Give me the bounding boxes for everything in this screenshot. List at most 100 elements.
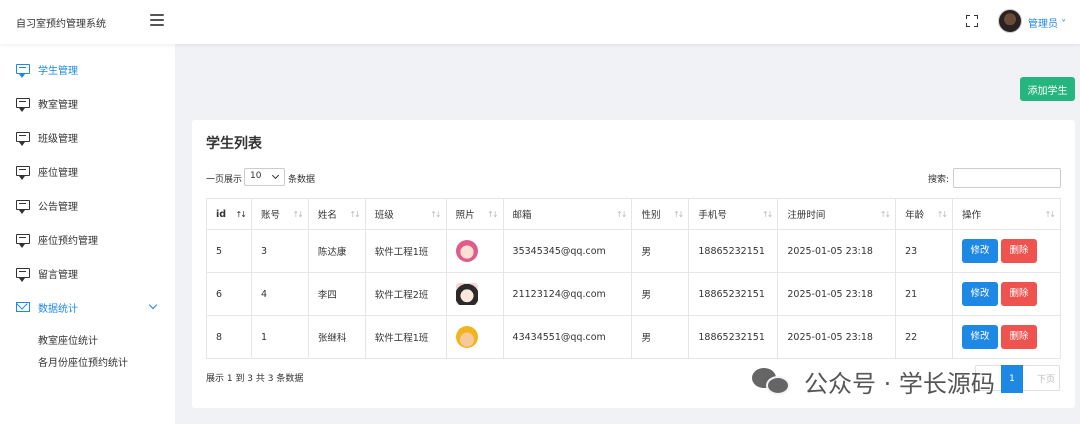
table-row: 5 3 陈达康 软件工程1班 35345345@qq.com 男 1886523… [206, 229, 1061, 273]
edit-button[interactable]: 修改 [962, 282, 999, 306]
top-header: 自习室预约管理系统 管理员 ˅ [0, 0, 1080, 44]
message-icon [16, 234, 30, 248]
sidebar-item-label: 留言管理 [38, 269, 78, 281]
table-header-row: id ↑↓ 账号 ↑↓ 姓名 ↑↓ 班级 ↑↓ 照片 ↑↓ 邮箱 ↑↓ 性别 ↑↓ 手机号 ↑↓… [206, 198, 1061, 230]
col-header-class[interactable]: 班级 ↑↓ [364, 198, 447, 230]
sort-icon: ↑↓ [292, 210, 303, 219]
message-icon [16, 98, 30, 112]
col-header-reg-time[interactable]: 注册时间 ↑↓ [777, 198, 897, 230]
chevron-down-icon [148, 300, 158, 310]
col-header-email[interactable]: 邮箱 ↑↓ [502, 198, 633, 230]
delete-button[interactable]: 删除 [1001, 325, 1038, 349]
sidebar-item-statistics[interactable]: 数据统计 [0, 292, 175, 322]
watermark: 公众号 · 学长源码 [752, 364, 995, 398]
add-student-button[interactable]: 添加学生 [1020, 77, 1075, 101]
sort-icon: ↑↓ [761, 210, 773, 219]
cell-photo [445, 229, 504, 273]
col-header-actions[interactable]: 操作 ↑↓ [952, 198, 1061, 230]
student-table: id ↑↓ 账号 ↑↓ 姓名 ↑↓ 班级 ↑↓ 照片 ↑↓ 邮箱 ↑↓ 性别 ↑↓ 手机号 ↑↓… [206, 198, 1061, 359]
col-header-age[interactable]: 年龄 ↑↓ [895, 198, 954, 230]
cell-age: 21 [895, 272, 954, 316]
cell-reg-time: 2025-01-05 23:18 [777, 272, 897, 316]
chevron-down-icon [271, 171, 280, 180]
avatar[interactable] [998, 9, 1022, 33]
menu-toggle-icon[interactable] [150, 14, 164, 26]
col-header-account[interactable]: 账号 ↑↓ [250, 198, 309, 230]
page-length-prefix: 一页展示 [206, 175, 243, 185]
cell-age: 23 [895, 229, 954, 273]
fullscreen-icon[interactable] [966, 15, 978, 27]
sort-icon: ↑↓ [349, 210, 360, 219]
sidebar-subitem-monthly-reservation-stats[interactable]: 各月份座位预约统计 [38, 354, 128, 369]
delete-button[interactable]: 删除 [1001, 282, 1038, 306]
student-photo [455, 283, 478, 305]
sidebar-item-label: 教室管理 [38, 99, 78, 111]
user-name: 管理员 [1028, 19, 1058, 30]
message-icon [16, 200, 30, 214]
sort-icon: ↑↓ [672, 210, 684, 219]
sort-icon: ↑↓ [235, 210, 247, 219]
message-icon [16, 64, 30, 78]
cell-actions: 修改 删除 [952, 229, 1061, 273]
cell-name: 张继科 [307, 315, 366, 359]
app-title: 自习室预约管理系统 [16, 19, 106, 30]
cell-email: 43434551@qq.com [502, 315, 633, 359]
cell-reg-time: 2025-01-05 23:18 [777, 229, 897, 273]
cell-gender: 男 [631, 315, 690, 359]
sidebar-item-classrooms[interactable]: 教室管理 [0, 88, 175, 118]
col-header-name[interactable]: 姓名 ↑↓ [307, 198, 366, 230]
sort-icon: ↑↓ [616, 210, 627, 219]
cell-account: 1 [250, 315, 309, 359]
sidebar-item-students[interactable]: 学生管理 [0, 54, 175, 84]
cell-gender: 男 [631, 272, 690, 316]
sidebar-item-label: 数据统计 [38, 303, 78, 315]
col-header-gender[interactable]: 性别 ↑↓ [631, 198, 690, 230]
sidebar-item-reservations[interactable]: 座位预约管理 [0, 224, 175, 254]
search-input[interactable] [953, 168, 1061, 188]
cell-phone: 18865232151 [688, 315, 779, 359]
pagination-next[interactable]: 下页 [1037, 372, 1055, 385]
student-photo [455, 240, 478, 262]
student-photo [455, 326, 478, 348]
sidebar-item-label: 学生管理 [38, 65, 78, 77]
edit-button[interactable]: 修改 [962, 325, 999, 349]
sidebar-item-notices[interactable]: 公告管理 [0, 190, 175, 220]
table-info: 展示 1 到 3 共 3 条数据 [206, 374, 304, 384]
page-length-select[interactable]: 10 [244, 168, 285, 186]
col-header-phone[interactable]: 手机号 ↑↓ [688, 198, 779, 230]
sidebar-item-label: 班级管理 [38, 133, 78, 145]
cell-email: 35345345@qq.com [502, 229, 633, 273]
delete-button[interactable]: 删除 [1001, 239, 1038, 263]
cell-email: 21123124@qq.com [502, 272, 633, 316]
watermark-text: 公众号 · 学长源码 [804, 369, 995, 398]
sort-icon: ↑↓ [1044, 210, 1056, 219]
cell-photo [445, 315, 504, 359]
sidebar-item-seats[interactable]: 座位管理 [0, 156, 175, 186]
cell-actions: 修改 删除 [952, 272, 1061, 316]
cell-id: 8 [206, 315, 252, 359]
col-header-id[interactable]: id ↑↓ [206, 198, 252, 230]
page-length-value: 10 [250, 171, 262, 181]
col-header-photo[interactable]: 照片 ↑↓ [445, 198, 504, 230]
cell-reg-time: 2025-01-05 23:18 [777, 315, 897, 359]
sidebar-item-classes[interactable]: 班级管理 [0, 122, 175, 152]
cell-photo [445, 272, 504, 316]
sidebar-subitem-classroom-seat-stats[interactable]: 教室座位统计 [38, 332, 98, 347]
message-icon [16, 132, 30, 146]
sort-icon: ↑↓ [879, 210, 891, 219]
cell-class: 软件工程1班 [364, 229, 447, 273]
cell-gender: 男 [631, 229, 690, 273]
cell-phone: 18865232151 [688, 272, 779, 316]
cell-phone: 18865232151 [688, 229, 779, 273]
sort-icon: ↑↓ [936, 210, 948, 219]
cell-id: 5 [206, 229, 252, 273]
cell-account: 4 [250, 272, 309, 316]
cell-age: 22 [895, 315, 954, 359]
page-title: 学生列表 [206, 136, 262, 152]
sidebar-item-messages[interactable]: 留言管理 [0, 258, 175, 288]
edit-button[interactable]: 修改 [962, 239, 999, 263]
cell-account: 3 [250, 229, 309, 273]
cell-class: 软件工程2班 [364, 272, 447, 316]
user-menu[interactable]: 管理员 ˅ [1028, 15, 1066, 30]
pagination-current-page[interactable]: 1 [1001, 365, 1023, 393]
